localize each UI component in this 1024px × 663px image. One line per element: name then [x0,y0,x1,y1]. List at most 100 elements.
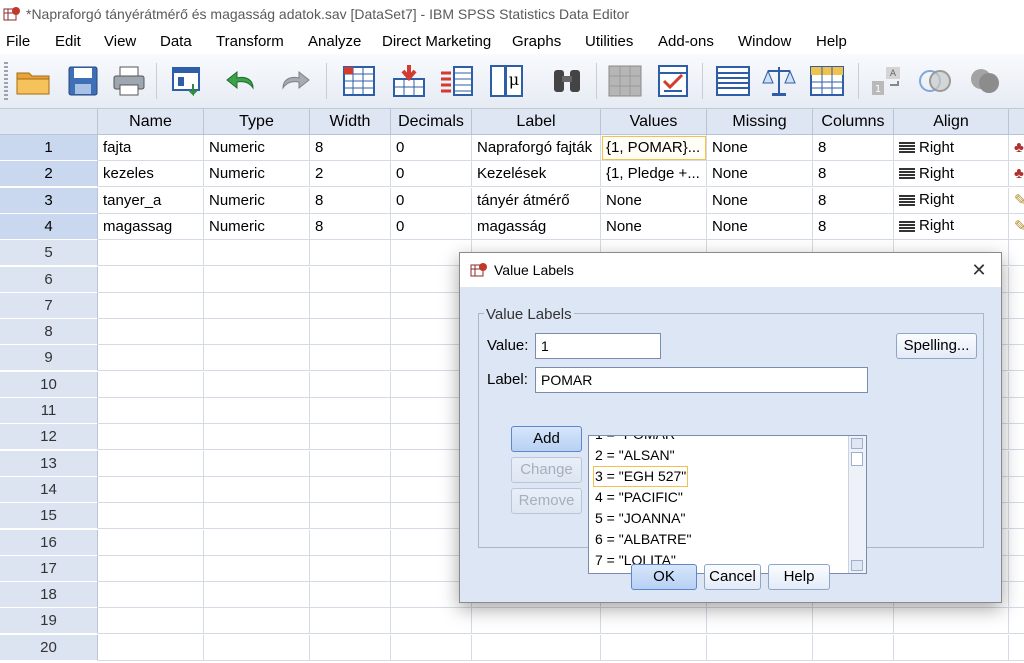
cell-decimals[interactable]: 0 [391,161,472,188]
empty-cell[interactable] [310,634,391,661]
cell-width[interactable]: 8 [310,135,391,161]
empty-cell[interactable] [98,266,204,293]
empty-cell[interactable] [204,450,310,477]
cell-label[interactable]: tányér átmérő [472,187,601,214]
spelling-button[interactable]: Spelling... [896,333,977,359]
scroll-up-arrow-icon[interactable] [851,438,863,449]
row-header[interactable]: 20 [0,634,98,661]
menu-edit[interactable]: Edit [55,33,81,50]
goto-variable-icon[interactable] [388,60,430,102]
empty-cell[interactable] [204,345,310,372]
empty-cell[interactable] [98,582,204,609]
empty-cell[interactable] [310,345,391,372]
menu-help[interactable]: Help [816,33,847,50]
value-labels-icon[interactable]: 1A [866,60,908,102]
run-descriptives-icon[interactable]: μ [486,60,528,102]
cell-align[interactable]: Right [894,135,1009,161]
help-button[interactable]: Help [768,564,830,590]
empty-cell[interactable] [310,582,391,609]
cell-values[interactable]: None [601,213,707,240]
empty-cell[interactable] [310,398,391,424]
column-header-label[interactable]: Label [472,109,601,135]
value-labels-list[interactable]: 1 = "POMAR" 2 = "ALSAN" 3 = "EGH 527" 4 … [588,435,867,574]
column-header-missing[interactable]: Missing [707,109,813,135]
column-header-values[interactable]: Values [601,109,707,135]
insert-variable-icon[interactable] [652,60,694,102]
empty-cell[interactable] [1009,608,1024,635]
empty-cell[interactable] [204,555,310,582]
cell-columns[interactable]: 8 [813,187,894,214]
empty-cell[interactable] [204,582,310,609]
save-icon[interactable] [62,60,104,102]
empty-cell[interactable] [204,292,310,319]
empty-cell[interactable] [601,608,707,635]
cell-type[interactable]: Numeric [204,135,310,161]
column-header-columns[interactable]: Columns [813,109,894,135]
empty-cell[interactable] [204,398,310,424]
empty-cell[interactable] [204,266,310,293]
cell-label[interactable]: magasság [472,213,601,240]
column-header-align[interactable]: Align [894,109,1009,135]
scroll-down-arrow-icon[interactable] [851,560,863,571]
cell-values[interactable]: {1, Pledge +... [601,161,707,188]
column-header-type[interactable]: Type [204,109,310,135]
select-cases-icon[interactable] [806,60,848,102]
scale-measure-icon[interactable]: ✎ [1009,188,1024,214]
cell-values[interactable]: None [601,187,707,214]
empty-cell[interactable] [98,450,204,477]
empty-cell[interactable] [1009,477,1024,503]
dialog-title-bar[interactable]: Value Labels ✕ [460,253,1001,287]
open-folder-icon[interactable] [12,60,54,102]
menu-data[interactable]: Data [160,33,192,50]
empty-cell[interactable] [310,424,391,451]
column-header-name[interactable]: Name [98,109,204,135]
empty-cell[interactable] [1009,319,1024,346]
empty-cell[interactable] [1009,240,1024,267]
cell-missing[interactable]: None [707,161,813,188]
scroll-thumb[interactable] [851,452,863,466]
empty-cell[interactable] [98,240,204,267]
empty-cell[interactable] [1009,582,1024,609]
cell-type[interactable]: Numeric [204,213,310,240]
row-header[interactable]: 19 [0,608,98,635]
cell-columns[interactable]: 8 [813,161,894,188]
empty-cell[interactable] [98,424,204,451]
cancel-button[interactable]: Cancel [704,564,761,590]
row-header[interactable]: 9 [0,345,98,372]
empty-cell[interactable] [204,319,310,346]
use-variable-sets-icon[interactable] [914,60,956,102]
cell-label[interactable]: Napraforgó fajták [472,135,601,161]
cell-columns[interactable]: 8 [813,213,894,240]
row-header[interactable]: 14 [0,476,98,503]
empty-cell[interactable] [204,608,310,635]
empty-cell[interactable] [98,371,204,398]
menu-window[interactable]: Window [738,33,791,50]
column-header-width[interactable]: Width [310,109,391,135]
remove-button[interactable]: Remove [511,488,582,514]
empty-cell[interactable] [1009,451,1024,477]
find-icon[interactable] [546,60,588,102]
menu-graphs[interactable]: Graphs [512,33,561,50]
list-item[interactable]: 4 = "PACIFIC" [593,487,685,508]
empty-cell[interactable] [204,240,310,267]
cell-decimals[interactable]: 0 [391,187,472,214]
nominal-measure-icon[interactable]: ♣ [1009,135,1024,161]
empty-cell[interactable] [310,240,391,267]
cell-columns[interactable]: 8 [813,135,894,161]
empty-cell[interactable] [98,345,204,372]
change-button[interactable]: Change [511,457,582,483]
list-item-partial[interactable]: 1 = "POMAR" [593,436,682,445]
insert-cases-icon[interactable] [604,60,646,102]
menu-file[interactable]: File [6,33,30,50]
cell-decimals[interactable]: 0 [391,135,472,161]
empty-cell[interactable] [310,503,391,530]
cell-align[interactable]: Right [894,161,1009,188]
cell-missing[interactable]: None [707,135,813,161]
empty-cell[interactable] [1009,424,1024,451]
list-item[interactable]: 5 = "JOANNA" [593,508,687,529]
scale-measure-icon[interactable]: ✎ [1009,214,1024,240]
row-header[interactable]: 12 [0,424,98,451]
cell-name[interactable]: kezeles [98,161,204,188]
cell-missing[interactable]: None [707,187,813,214]
empty-cell[interactable] [894,608,1009,635]
